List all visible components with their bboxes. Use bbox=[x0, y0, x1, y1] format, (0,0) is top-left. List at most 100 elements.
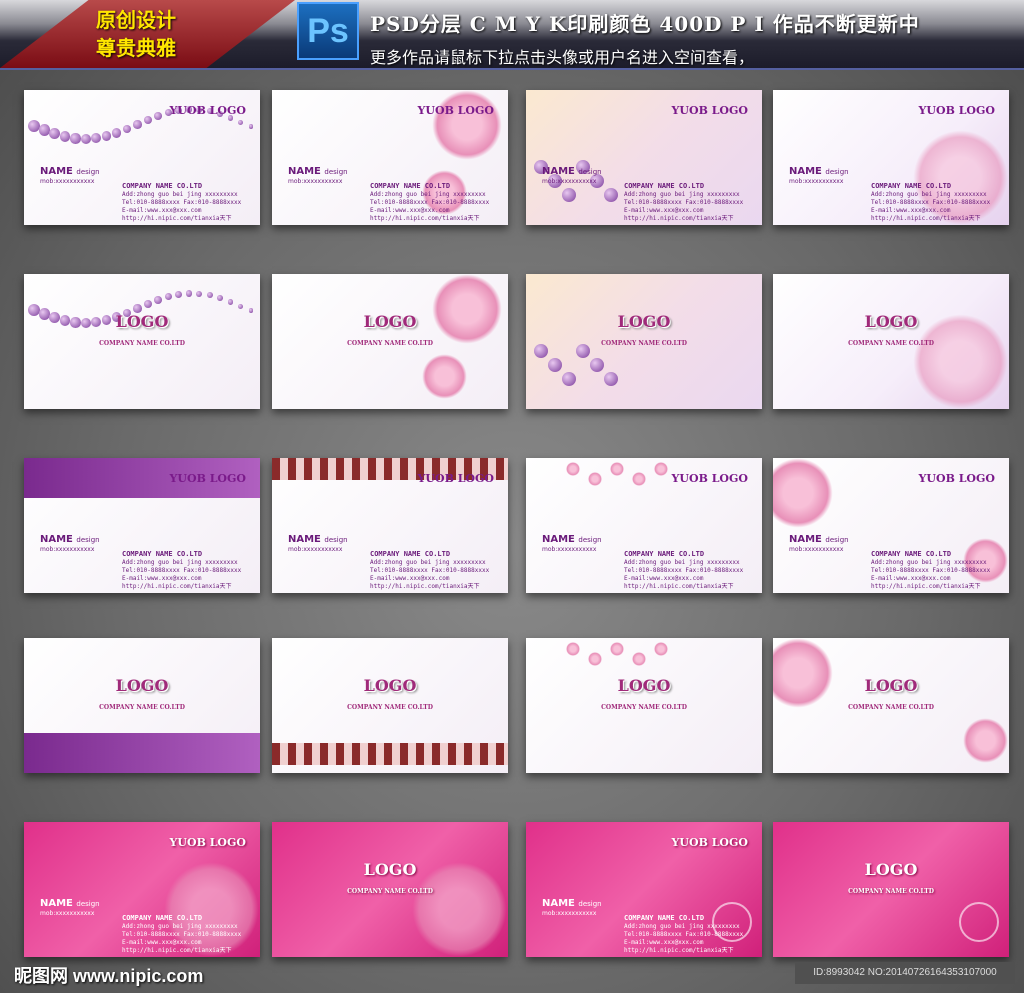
company-name: COMPANY NAME CO.LTD bbox=[624, 182, 705, 190]
company-name: COMPANY NAME CO.LTD bbox=[99, 704, 185, 711]
website: http://hi.nipic.com/tianxia天下 bbox=[370, 583, 480, 590]
card-contact-info: COMPANY NAME CO.LTD Add:zhong guo bei jin… bbox=[624, 914, 743, 955]
card-logo: LOGO bbox=[617, 312, 671, 331]
purple-band bbox=[24, 733, 260, 773]
card-name: NAME design bbox=[40, 166, 100, 177]
pearl-icon bbox=[154, 111, 162, 120]
pearl-icon bbox=[143, 115, 152, 125]
violet-flower-icon bbox=[562, 372, 576, 386]
company-name: COMPANY NAME CO.LTD bbox=[848, 340, 934, 347]
company-name: COMPANY NAME CO.LTD bbox=[848, 704, 934, 711]
photoshop-icon: Ps bbox=[297, 2, 359, 60]
card-mobile: mob:xxxxxxxxxxx bbox=[288, 178, 343, 185]
business-card-front: YUOB LOGO NAME design mob:xxxxxxxxxxx CO… bbox=[526, 458, 762, 593]
business-card-front: YUOB LOGO NAME design mob:xxxxxxxxxxx CO… bbox=[272, 90, 508, 225]
address: Add:zhong guo bei jing xxxxxxxxx bbox=[871, 559, 987, 566]
email: E-mail:www.xxx@xxx.com bbox=[871, 575, 951, 582]
flower-icon bbox=[432, 274, 502, 344]
business-card-back: LOGO COMPANY NAME CO.LTD bbox=[272, 822, 508, 957]
name-suffix: design bbox=[825, 536, 849, 544]
name-suffix: design bbox=[324, 536, 348, 544]
pearl-icon bbox=[154, 295, 162, 304]
company-name: COMPANY NAME CO.LTD bbox=[601, 704, 687, 711]
card-mobile: mob:xxxxxxxxxxx bbox=[542, 546, 597, 553]
card-name: NAME design bbox=[288, 534, 348, 545]
telephone: Tel:010-8888xxxx Fax:010-8888xxxx bbox=[624, 931, 744, 938]
header-banner: 原创设计 尊贵典雅 Ps PSD分层 C M Y K印刷颜色 400D P I 作… bbox=[0, 0, 1024, 70]
subheadline: 更多作品请鼠标下拉点击头像或用户名进入空间查看， bbox=[370, 48, 755, 67]
company-name: COMPANY NAME CO.LTD bbox=[871, 182, 952, 190]
telephone: Tel:010-8888xxxx Fax:010-8888xxxx bbox=[624, 199, 744, 206]
address: Add:zhong guo bei jing xxxxxxxxx bbox=[871, 191, 987, 198]
card-name: NAME design bbox=[288, 166, 348, 177]
website: http://hi.nipic.com/tianxia天下 bbox=[122, 215, 232, 222]
badge-line-2: 尊贵典雅 bbox=[96, 36, 176, 60]
flower-icon bbox=[963, 718, 1008, 763]
name-text: NAME bbox=[40, 166, 73, 177]
watermark: 昵图网 www.nipic.com bbox=[14, 966, 204, 986]
card-mobile: mob:xxxxxxxxxxx bbox=[40, 910, 95, 917]
bokeh-icon bbox=[588, 472, 602, 486]
telephone: Tel:010-8888xxxx Fax:010-8888xxxx bbox=[122, 199, 242, 206]
flower-icon bbox=[432, 90, 502, 160]
business-card-back: LOGO COMPANY NAME CO.LTD bbox=[24, 638, 260, 773]
pearl-icon bbox=[185, 290, 193, 297]
company-name: COMPANY NAME CO.LTD bbox=[347, 704, 433, 711]
card-logo: YUOB LOGO bbox=[169, 836, 246, 849]
card-contact-info: COMPANY NAME CO.LTD Add:zhong guo bei jin… bbox=[871, 182, 990, 223]
address: Add:zhong guo bei jing xxxxxxxxx bbox=[122, 923, 238, 930]
name-suffix: design bbox=[76, 536, 100, 544]
name-suffix: design bbox=[825, 168, 849, 176]
violet-flower-icon bbox=[590, 358, 604, 372]
card-name: NAME design bbox=[542, 166, 602, 177]
bokeh-icon bbox=[566, 642, 580, 656]
business-card-back: LOGO COMPANY NAME CO.LTD bbox=[773, 638, 1009, 773]
name-text: NAME bbox=[288, 534, 321, 545]
card-name: NAME design bbox=[789, 534, 849, 545]
company-name: COMPANY NAME CO.LTD bbox=[122, 182, 203, 190]
business-card-back: LOGO COMPANY NAME CO.LTD bbox=[773, 274, 1009, 409]
address: Add:zhong guo bei jing xxxxxxxxx bbox=[624, 191, 740, 198]
violet-flower-icon bbox=[562, 188, 576, 202]
name-suffix: design bbox=[324, 168, 348, 176]
pearl-icon bbox=[206, 292, 213, 299]
card-mobile: mob:xxxxxxxxxxx bbox=[40, 178, 95, 185]
pearl-icon bbox=[175, 290, 183, 298]
bokeh-icon bbox=[610, 462, 624, 476]
bokeh-icon bbox=[588, 652, 602, 666]
pearl-icon bbox=[196, 290, 203, 297]
website: http://hi.nipic.com/tianxia天下 bbox=[370, 215, 480, 222]
card-contact-info: COMPANY NAME CO.LTD Add:zhong guo bei jin… bbox=[122, 914, 241, 955]
email: E-mail:www.xxx@xxx.com bbox=[624, 575, 704, 582]
company-name: COMPANY NAME CO.LTD bbox=[601, 340, 687, 347]
badge-text: 原创设计 尊贵典雅 bbox=[96, 6, 176, 62]
pearl-icon bbox=[122, 124, 132, 134]
card-logo: YUOB LOGO bbox=[671, 472, 748, 485]
card-logo: YUOB LOGO bbox=[671, 836, 748, 849]
name-text: NAME bbox=[288, 166, 321, 177]
email: E-mail:www.xxx@xxx.com bbox=[122, 575, 202, 582]
violet-flower-icon bbox=[548, 358, 562, 372]
business-card-back: LOGO COMPANY NAME CO.LTD bbox=[526, 274, 762, 409]
flower-icon bbox=[422, 354, 467, 399]
violet-flower-icon bbox=[604, 372, 618, 386]
business-card-front: YUOB LOGO NAME design mob:xxxxxxxxxxx CO… bbox=[526, 822, 762, 957]
email: E-mail:www.xxx@xxx.com bbox=[370, 575, 450, 582]
company-name: COMPANY NAME CO.LTD bbox=[99, 340, 185, 347]
website: http://hi.nipic.com/tianxia天下 bbox=[624, 583, 734, 590]
card-mobile: mob:xxxxxxxxxxx bbox=[789, 546, 844, 553]
pearl-icon bbox=[164, 292, 172, 301]
image-id: ID:8993042 NO:20140726164353107000 bbox=[795, 962, 1015, 984]
card-name: NAME design bbox=[542, 898, 602, 909]
name-suffix: design bbox=[578, 900, 602, 908]
swirl-icon bbox=[959, 902, 999, 942]
card-contact-info: COMPANY NAME CO.LTD Add:zhong guo bei jin… bbox=[122, 550, 241, 591]
card-name: NAME design bbox=[542, 534, 602, 545]
email: E-mail:www.xxx@xxx.com bbox=[871, 207, 951, 214]
card-contact-info: COMPANY NAME CO.LTD Add:zhong guo bei jin… bbox=[370, 182, 489, 223]
business-card-front: YUOB LOGO NAME design mob:xxxxxxxxxxx CO… bbox=[526, 90, 762, 225]
pearl-icon bbox=[70, 133, 81, 144]
name-text: NAME bbox=[789, 166, 822, 177]
company-name: COMPANY NAME CO.LTD bbox=[871, 550, 952, 558]
bokeh-icon bbox=[566, 462, 580, 476]
